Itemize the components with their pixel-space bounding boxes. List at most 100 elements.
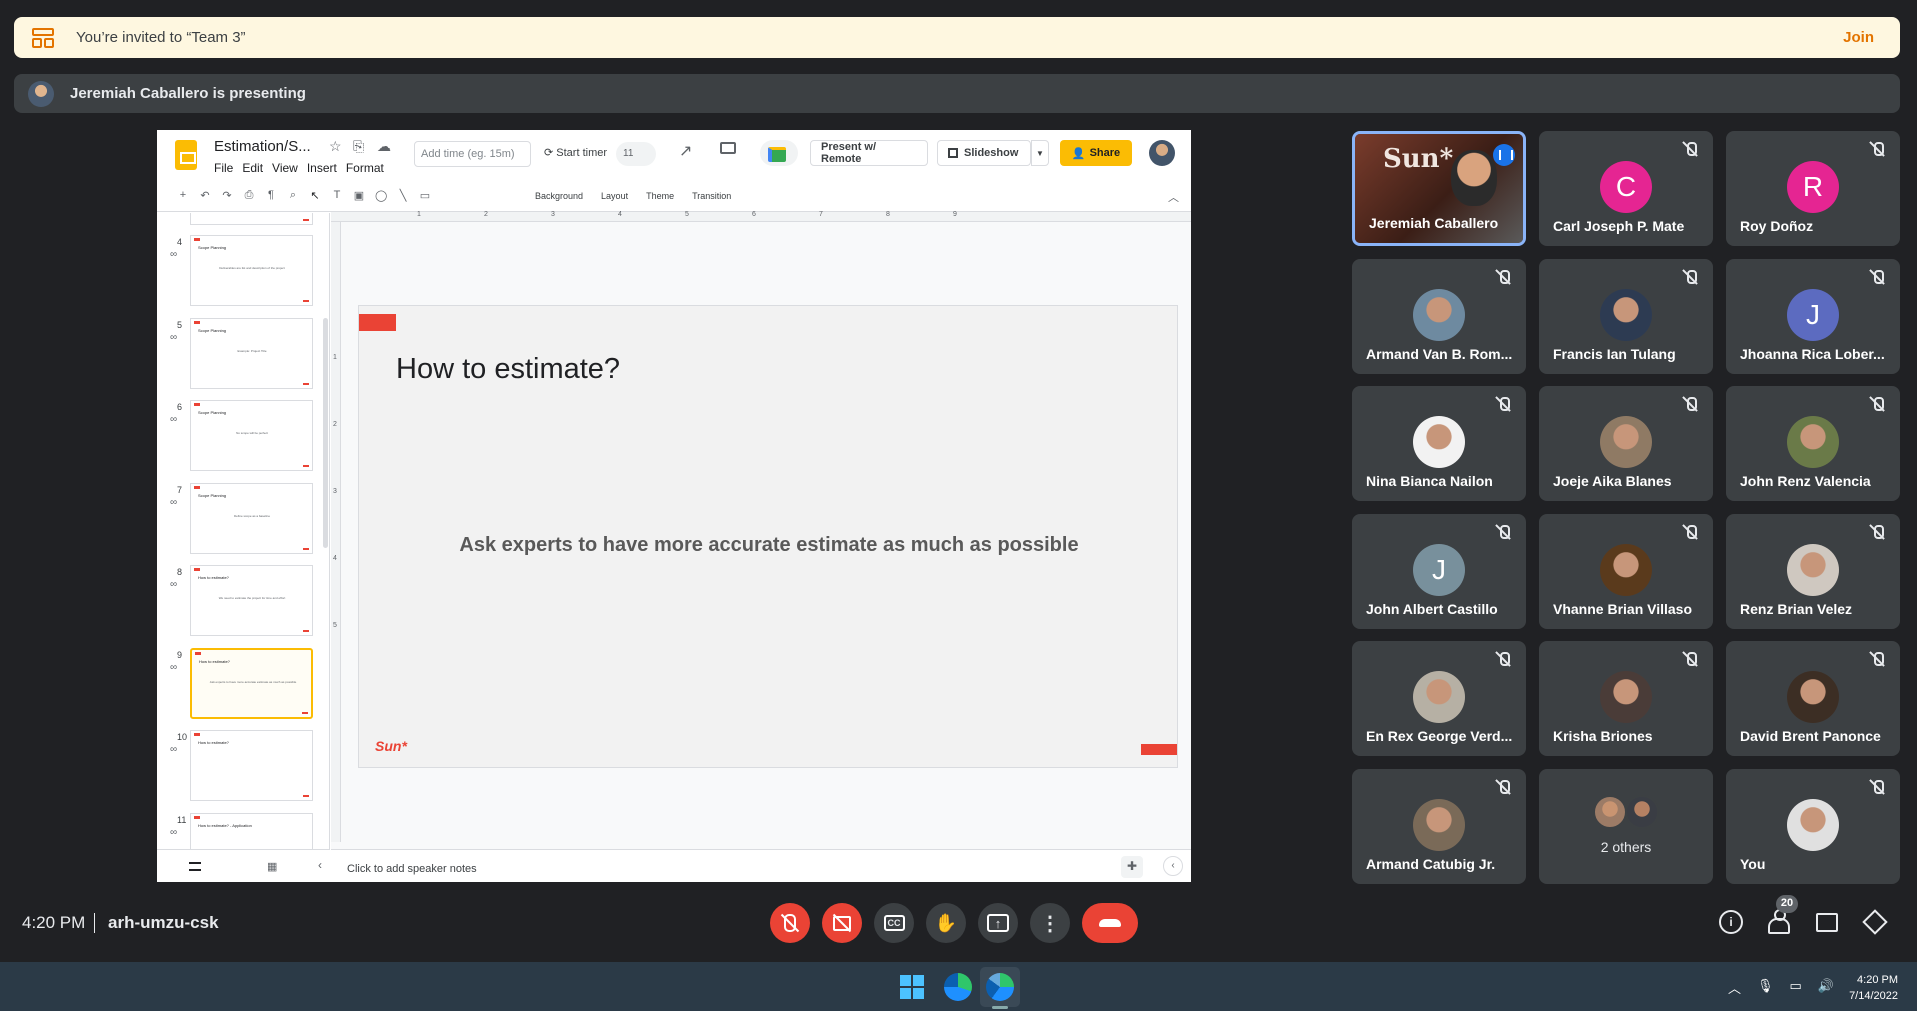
participant-tile[interactable]: J Jhoanna Rica Lober... bbox=[1726, 258, 1900, 374]
slide-title[interactable]: How to estimate? bbox=[396, 353, 620, 386]
participant-tile[interactable]: C Carl Joseph P. Mate bbox=[1539, 131, 1713, 246]
join-button[interactable]: Join bbox=[1843, 29, 1874, 46]
participant-tile[interactable]: David Brent Panonce bbox=[1726, 641, 1900, 757]
slide-thumbnail-4[interactable]: Scope Planning Deliverables are list and … bbox=[190, 235, 313, 306]
undo-icon[interactable]: ↶ bbox=[199, 189, 211, 202]
call-clock: 4:20 PM bbox=[22, 913, 86, 932]
participant-tile[interactable]: J John Albert Castillo bbox=[1352, 513, 1526, 629]
image-icon[interactable]: ▣ bbox=[353, 189, 365, 202]
transition-button[interactable]: Transition bbox=[692, 191, 731, 201]
share-button[interactable]: 👤 Share bbox=[1060, 140, 1132, 166]
paint-format-icon[interactable]: ¶ bbox=[265, 189, 277, 202]
time-input[interactable]: Add time (eg. 15m) bbox=[414, 141, 531, 167]
list-view-icon[interactable] bbox=[189, 862, 201, 871]
volume-icon[interactable]: 🔊 bbox=[1818, 978, 1834, 997]
trend-icon[interactable]: ↗ bbox=[679, 141, 692, 161]
participant-tile[interactable]: Sun* Jeremiah Caballero bbox=[1352, 131, 1526, 246]
muted-mic-icon bbox=[1496, 269, 1510, 285]
comment-icon[interactable] bbox=[720, 142, 736, 154]
slide-thumbnail-11[interactable]: How to estimate? - Application bbox=[190, 812, 313, 849]
chevron-up-icon[interactable]: ︿ bbox=[1728, 978, 1741, 997]
slide-thumbnail-6[interactable]: Scope Planning No scope will be perfect bbox=[190, 400, 313, 471]
menu-edit[interactable]: Edit bbox=[242, 161, 263, 175]
linked-slide-icon: ∞ bbox=[170, 579, 178, 590]
participant-tile[interactable]: You bbox=[1726, 769, 1900, 884]
edge-browser-icon[interactable] bbox=[944, 973, 972, 1001]
new-slide-icon[interactable]: + bbox=[177, 189, 189, 202]
captions-button[interactable] bbox=[874, 903, 914, 943]
print-icon[interactable]: ⎙ bbox=[243, 189, 255, 202]
start-timer-button[interactable]: ⟳ Start timer bbox=[544, 146, 607, 159]
explore-icon[interactable]: ✚ bbox=[1121, 856, 1143, 878]
camera-toggle-button[interactable] bbox=[822, 903, 862, 943]
select-icon[interactable]: ↖ bbox=[309, 189, 321, 202]
account-avatar[interactable] bbox=[1149, 140, 1175, 166]
end-call-button[interactable] bbox=[1082, 903, 1138, 943]
participant-tile[interactable]: Armand Van B. Rom... bbox=[1352, 258, 1526, 374]
present-remote-button[interactable]: Present w/ Remote bbox=[810, 140, 928, 166]
participant-tile[interactable]: Vhanne Brian Villaso bbox=[1539, 513, 1713, 629]
slideshow-button[interactable]: Slideshow bbox=[937, 140, 1031, 166]
layout-button[interactable]: Layout bbox=[601, 191, 628, 201]
folder-move-icon[interactable]: ⎘ bbox=[353, 138, 364, 155]
participant-name: En Rex George Verd... bbox=[1366, 728, 1513, 745]
edge-beta-icon[interactable] bbox=[986, 973, 1014, 1001]
menu-format[interactable]: Format bbox=[346, 161, 384, 175]
menu-file[interactable]: File bbox=[214, 161, 233, 175]
redo-icon[interactable]: ↷ bbox=[221, 189, 233, 202]
timer-badge[interactable]: 11 bbox=[616, 142, 656, 166]
text-box-icon[interactable]: T bbox=[331, 189, 343, 202]
slide-thumbnail-8[interactable]: How to estimate? We need to estimate the … bbox=[190, 565, 313, 636]
participant-tile[interactable]: Renz Brian Velez bbox=[1726, 513, 1900, 629]
slide-thumbnail-7[interactable]: Scope Planning Define scope as a baseline bbox=[190, 482, 313, 554]
chat-button[interactable] bbox=[1814, 909, 1840, 935]
current-slide[interactable]: How to estimate? Ask experts to have mor… bbox=[358, 305, 1178, 768]
meet-icon[interactable] bbox=[760, 140, 798, 166]
slideshow-dropdown-icon[interactable]: ▼ bbox=[1031, 140, 1049, 166]
menu-insert[interactable]: Insert bbox=[307, 161, 337, 175]
slide-thumbnail-3[interactable] bbox=[190, 213, 313, 225]
comment-add-icon[interactable]: ▭ bbox=[419, 189, 431, 202]
theme-button[interactable]: Theme bbox=[646, 191, 674, 201]
network-icon[interactable]: ▭ bbox=[1790, 978, 1802, 997]
cloud-icon[interactable]: ☁ bbox=[377, 138, 391, 155]
participant-tile[interactable]: Francis Ian Tulang bbox=[1539, 258, 1713, 374]
meeting-info-button[interactable] bbox=[1718, 909, 1744, 935]
participant-tile[interactable]: John Renz Valencia bbox=[1726, 386, 1900, 502]
speaker-notes[interactable]: Click to add speaker notes ✚ ‹ bbox=[331, 849, 1191, 882]
participant-tile[interactable]: Armand Catubig Jr. bbox=[1352, 769, 1526, 884]
microphone-toggle-button[interactable] bbox=[770, 903, 810, 943]
thumb-accent bbox=[194, 568, 200, 571]
slide-thumbnail-9[interactable]: How to estimate? Ask experts to have more… bbox=[190, 647, 313, 719]
more-options-button[interactable] bbox=[1030, 903, 1070, 943]
slides-logo-icon[interactable] bbox=[175, 140, 197, 170]
slide-body[interactable]: Ask experts to have more accurate estima… bbox=[359, 534, 1179, 557]
microphone-icon[interactable]: 🎙 bbox=[1757, 978, 1774, 997]
slide-thumbnail-10[interactable]: How to estimate? bbox=[190, 730, 313, 801]
taskbar-clock[interactable]: 4:20 PM 7/14/2022 bbox=[1838, 972, 1898, 1004]
side-panel-chevron-icon[interactable]: ‹ bbox=[1163, 856, 1183, 876]
star-icon[interactable]: ☆ bbox=[329, 138, 342, 155]
participant-tile[interactable]: En Rex George Verd... bbox=[1352, 641, 1526, 757]
line-icon[interactable]: ╲ bbox=[397, 189, 409, 202]
grid-view-icon[interactable]: ▦ bbox=[267, 860, 277, 873]
background-button[interactable]: Background bbox=[535, 191, 583, 201]
shape-icon[interactable]: ◯ bbox=[375, 189, 387, 202]
participant-tile[interactable]: Nina Bianca Nailon bbox=[1352, 386, 1526, 502]
zoom-icon[interactable]: ⌕ bbox=[287, 189, 299, 202]
speaker-notes-placeholder[interactable]: Click to add speaker notes bbox=[347, 863, 477, 875]
chevron-left-icon[interactable]: ‹ bbox=[318, 858, 322, 872]
raise-hand-button[interactable] bbox=[926, 903, 966, 943]
filmstrip-scrollbar[interactable] bbox=[323, 318, 328, 548]
participant-tile[interactable]: R Roy Doñoz bbox=[1726, 131, 1900, 246]
participant-tile[interactable]: Joeje Aika Blanes bbox=[1539, 386, 1713, 502]
participant-tile[interactable]: 2 others bbox=[1539, 769, 1713, 884]
collapse-icon[interactable]: ︿ bbox=[1168, 189, 1179, 205]
present-screen-button[interactable] bbox=[978, 903, 1018, 943]
activities-button[interactable] bbox=[1862, 909, 1888, 935]
slide-thumbnail-5[interactable]: Scope Planning Example: Project Title bbox=[190, 317, 313, 389]
menu-view[interactable]: View bbox=[272, 161, 298, 175]
windows-start-icon[interactable] bbox=[900, 975, 924, 999]
document-title[interactable]: Estimation/S... bbox=[214, 138, 311, 155]
participant-tile[interactable]: Krisha Briones bbox=[1539, 641, 1713, 757]
